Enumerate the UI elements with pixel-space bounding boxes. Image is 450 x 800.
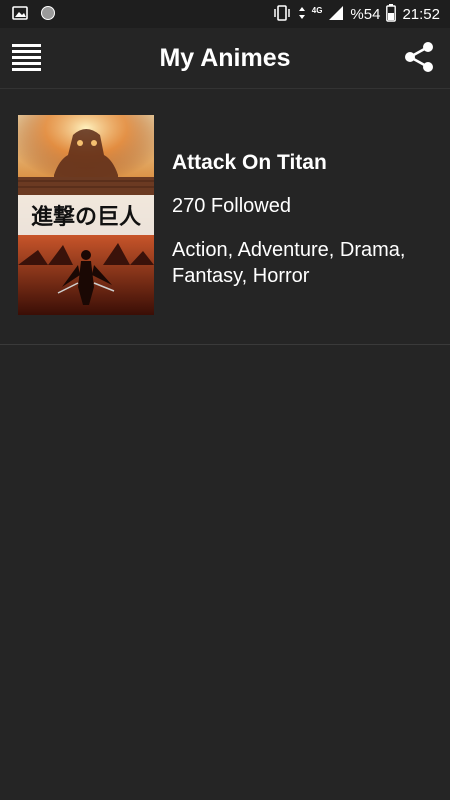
share-button[interactable] xyxy=(404,41,434,73)
vibrate-icon xyxy=(272,4,292,26)
anime-genres: Action, Adventure, Drama, Fantasy, Horro… xyxy=(172,239,406,287)
anime-title: Attack On Titan xyxy=(172,151,327,174)
signal-icon xyxy=(328,5,344,25)
share-icon xyxy=(405,42,433,72)
anime-list-item[interactable]: 進撃の巨人 Attack On Titan 270 Followed Actio… xyxy=(0,89,450,344)
poster-title-text: 進撃の巨人 xyxy=(31,205,141,230)
circle-notification-icon xyxy=(40,5,56,26)
anime-followed-count: 270 Followed xyxy=(172,195,291,217)
page-title: My Animes xyxy=(159,44,291,72)
status-right-icons: 4G %54 21:52 xyxy=(272,4,440,26)
image-notification-icon xyxy=(12,5,28,26)
battery-percent: %54 xyxy=(350,6,381,23)
list-item-divider xyxy=(0,344,450,345)
status-bar: 4G %54 21:52 xyxy=(0,0,450,28)
network-type: 4G xyxy=(311,6,323,15)
data-arrows-icon xyxy=(298,5,306,25)
clock: 21:52 xyxy=(402,6,440,23)
screen: 4G %54 21:52 My Animes 進撃の巨人 Attack On T… xyxy=(0,0,450,800)
app-bar: My Animes xyxy=(0,28,450,88)
anime-poster: 進撃の巨人 xyxy=(18,115,154,315)
status-left-icons xyxy=(12,5,56,26)
battery-icon xyxy=(386,4,397,26)
